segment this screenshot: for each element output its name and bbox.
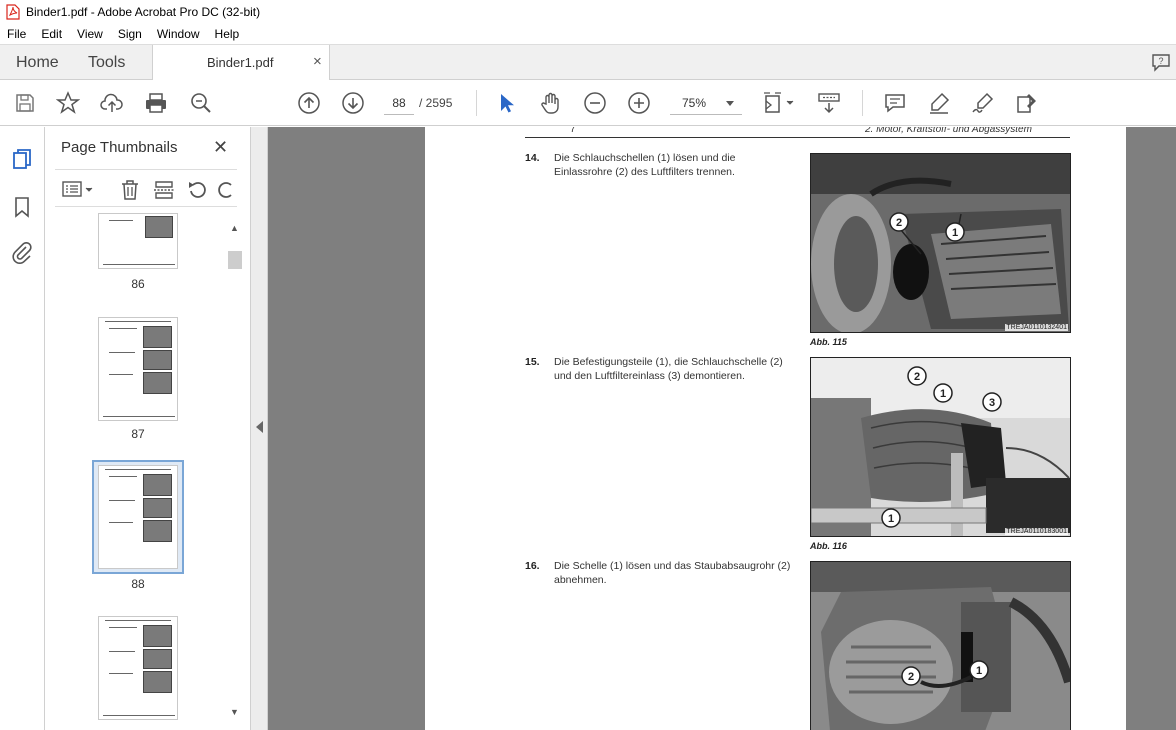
zoom-out-icon[interactable]: [583, 91, 607, 115]
zoom-search-icon[interactable]: [189, 91, 213, 115]
menu-file[interactable]: File: [0, 27, 34, 41]
thumbnail-label: 88: [131, 577, 145, 591]
thumbnail-scrollbar[interactable]: ▲ ▼: [228, 219, 242, 724]
callout-3: 3: [989, 397, 995, 409]
menu-bar: File Edit View Sign Window Help: [0, 24, 1176, 44]
menu-window[interactable]: Window: [150, 27, 208, 41]
figure-caption: Abb. 115: [810, 337, 847, 347]
rotate-counterclockwise-icon[interactable]: [187, 179, 209, 201]
zoom-level-value: 75%: [682, 96, 707, 110]
panel-title: Page Thumbnails: [61, 139, 178, 156]
callout-1: 1: [952, 227, 958, 239]
toolbar-divider: [862, 90, 863, 116]
left-navigation-rail: [0, 127, 45, 730]
page-thumbnail-87[interactable]: [98, 317, 178, 421]
tab-tools[interactable]: Tools: [88, 45, 125, 80]
delete-page-icon[interactable]: [119, 179, 141, 201]
thumbnail-list: 86 87 88: [45, 213, 251, 730]
page-thumbnails-icon[interactable]: [10, 147, 34, 171]
tab-home[interactable]: Home: [16, 45, 59, 80]
callout-2: 2: [896, 217, 902, 229]
callout-2: 2: [914, 371, 920, 383]
figure-115-photo: 2 1 TREJA0110132401: [810, 153, 1071, 333]
page-number-input[interactable]: [384, 91, 414, 115]
toolbar-divider: [476, 90, 477, 116]
insert-page-icon[interactable]: [153, 179, 175, 201]
main-toolbar: / 2595 75%: [0, 80, 1176, 126]
document-view[interactable]: 7 2. Motor, Kraftstoff- und Abgassystem …: [268, 127, 1176, 730]
comment-icon[interactable]: [883, 91, 907, 115]
svg-text:?: ?: [1158, 56, 1163, 66]
page-thumbnails-panel: Page Thumbnails ✕ 86 87 88 ▲ ▼: [45, 127, 251, 730]
figure-code: TREJA0110183001: [1005, 528, 1068, 535]
page-thumbnail-88[interactable]: [98, 465, 178, 569]
figure-code: TREJA0110132401: [1005, 324, 1068, 331]
scroll-up-icon[interactable]: ▲: [230, 223, 239, 233]
close-panel-button[interactable]: ✕: [213, 137, 228, 158]
page-total: / 2595: [419, 96, 453, 110]
select-cursor-icon[interactable]: [495, 91, 519, 115]
menu-edit[interactable]: Edit: [34, 27, 70, 41]
menu-sign[interactable]: Sign: [111, 27, 150, 41]
step-text: Die Befestigungsteile (1), die Schlauchs…: [554, 356, 783, 382]
document-tab-label: Binder1.pdf: [207, 55, 274, 70]
more-tools-icon[interactable]: [1015, 91, 1039, 115]
figure-117-photo: 2 1: [810, 561, 1071, 730]
next-page-icon[interactable]: [341, 91, 365, 115]
close-tab-button[interactable]: ×: [313, 53, 322, 70]
window-title: Binder1.pdf - Adobe Acrobat Pro DC (32-b…: [26, 5, 261, 19]
bookmark-star-icon[interactable]: [56, 91, 80, 115]
callout-2: 2: [908, 671, 914, 683]
callout-1: 1: [888, 513, 894, 525]
figure-caption: Abb. 116: [810, 541, 847, 551]
thumbnail-toolbar: [55, 169, 237, 207]
highlight-icon[interactable]: [927, 91, 951, 115]
sign-icon[interactable]: [971, 91, 995, 115]
tab-bar: Home Tools Binder1.pdf × ?: [0, 44, 1176, 81]
step-text: Die Schelle (1) lösen und das Staubabsau…: [554, 560, 791, 586]
thumbnail-label: 86: [131, 277, 145, 291]
page-thumbnail-89[interactable]: [98, 616, 178, 720]
attachments-icon[interactable]: [10, 241, 34, 265]
print-icon[interactable]: [144, 91, 168, 115]
fit-page-icon[interactable]: [762, 91, 798, 115]
title-bar: Binder1.pdf - Adobe Acrobat Pro DC (32-b…: [0, 0, 1176, 24]
thumbnail-label: 87: [131, 427, 145, 441]
scroll-mode-icon[interactable]: [817, 91, 841, 115]
options-menu-icon[interactable]: [61, 179, 95, 201]
previous-page-icon[interactable]: [297, 91, 321, 115]
callout-1: 1: [940, 388, 946, 400]
hand-tool-icon[interactable]: [539, 91, 563, 115]
page-thumbnail-86[interactable]: [98, 213, 178, 269]
menu-help[interactable]: Help: [208, 27, 248, 41]
menu-view[interactable]: View: [70, 27, 111, 41]
figure-116-photo: 2 1 3 1 TREJA0110183001: [810, 357, 1071, 537]
callout-1: 1: [976, 665, 982, 677]
scrollbar-thumb[interactable]: [228, 251, 242, 269]
rotate-clockwise-icon[interactable]: [217, 179, 233, 201]
save-icon[interactable]: [13, 91, 37, 115]
zoom-level-dropdown[interactable]: 75%: [670, 91, 742, 115]
pdf-app-icon: [6, 4, 20, 20]
upload-icon[interactable]: [100, 91, 124, 115]
pdf-page: 7 2. Motor, Kraftstoff- und Abgassystem …: [425, 127, 1126, 730]
bookmarks-icon[interactable]: [10, 195, 34, 219]
scroll-down-icon[interactable]: ▼: [230, 707, 239, 717]
step-number: 15.: [525, 356, 540, 368]
panel-collapse-strip[interactable]: [251, 127, 268, 730]
page-header: 2. Motor, Kraftstoff- und Abgassystem: [865, 127, 1032, 135]
collapse-left-icon[interactable]: [256, 421, 263, 433]
help-icon[interactable]: ?: [1150, 51, 1172, 73]
step-text: Die Schlauchschellen (1) lösen und die E…: [554, 152, 736, 178]
chevron-down-icon: [726, 101, 734, 106]
step-number: 16.: [525, 560, 540, 572]
zoom-in-icon[interactable]: [627, 91, 651, 115]
header-mark: 7: [570, 127, 576, 135]
header-rule: [525, 137, 1070, 138]
step-number: 14.: [525, 152, 540, 164]
tab-document[interactable]: Binder1.pdf ×: [152, 45, 330, 81]
